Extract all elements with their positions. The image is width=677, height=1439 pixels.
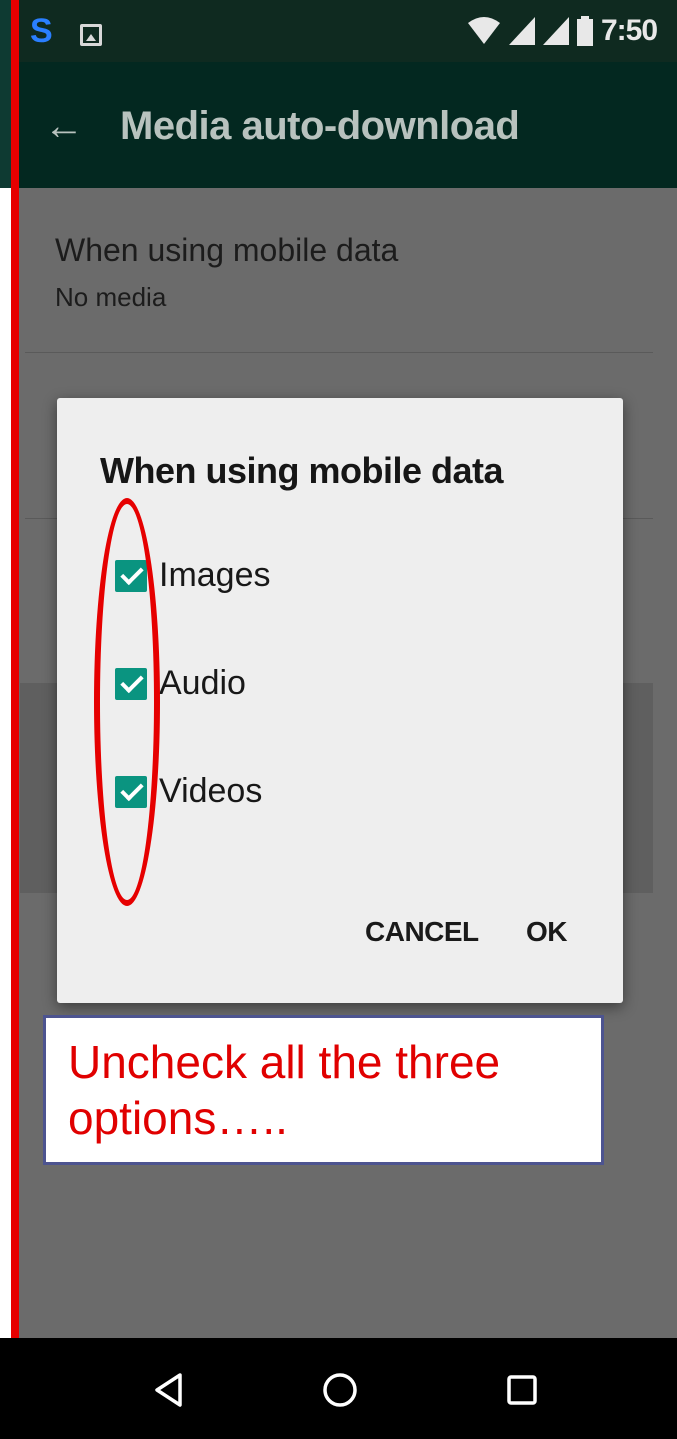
ok-button[interactable]: OK [526, 916, 568, 948]
instruction-text: Uncheck all the three options….. [68, 1036, 501, 1144]
navigation-bar [0, 1338, 677, 1439]
back-triangle-icon [155, 1373, 182, 1407]
option-label: Audio [159, 664, 246, 702]
left-edge [0, 188, 11, 1338]
option-label: Images [159, 556, 271, 594]
recents-square-icon [507, 1375, 537, 1405]
cancel-button[interactable]: CANCEL [365, 916, 479, 948]
dialog-title: When using mobile data [100, 450, 504, 491]
home-circle-icon [323, 1373, 357, 1407]
instruction-note: Uncheck all the three options….. [43, 1015, 604, 1165]
signal-icon [542, 17, 569, 45]
option-label: Videos [159, 772, 263, 810]
setting-value: No media [55, 282, 167, 312]
highlight-ellipse [94, 498, 160, 906]
battery-icon [576, 16, 593, 46]
image-icon [80, 24, 102, 46]
page-title: Media auto-download [120, 104, 520, 148]
status-bar: S 7:50 [0, 0, 677, 62]
red-vertical-line [11, 0, 19, 1439]
status-icons: 7:50 [467, 14, 658, 48]
left-edge [0, 0, 11, 188]
sync-s-icon: S [30, 12, 53, 50]
nav-back-button[interactable] [146, 1368, 190, 1412]
nav-recents-button[interactable] [500, 1368, 544, 1412]
screen: S 7:50 ← Media auto-download When using [0, 0, 677, 1439]
nav-home-button[interactable] [318, 1368, 362, 1412]
wifi-icon [467, 17, 500, 44]
divider [25, 352, 653, 353]
clock: 7:50 [600, 14, 658, 47]
app-bar: ← Media auto-download [0, 62, 677, 188]
back-arrow-icon[interactable]: ← [44, 106, 84, 146]
setting-title: When using mobile data [55, 232, 399, 268]
signal-icon [508, 17, 535, 45]
